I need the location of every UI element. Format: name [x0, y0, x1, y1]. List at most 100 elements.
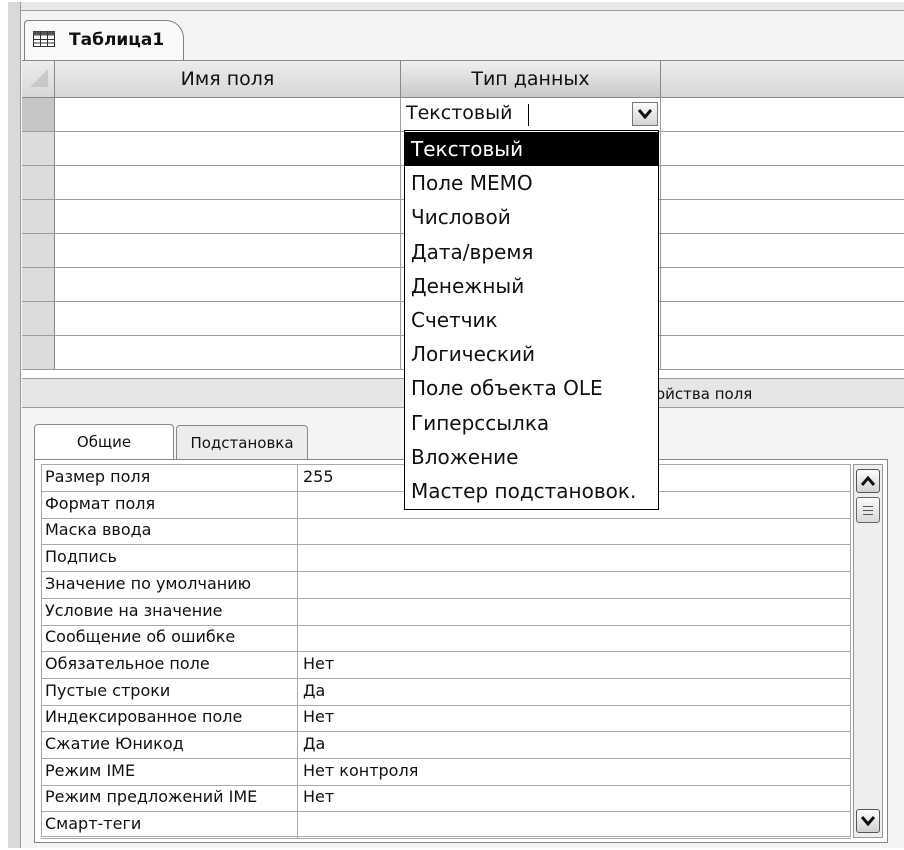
column-divider [660, 98, 661, 131]
column-header-data-type[interactable]: Тип данных [401, 61, 661, 97]
property-name: Режим IME [45, 760, 136, 780]
property-row[interactable]: Сообщение об ошибке [41, 624, 851, 653]
column-divider [660, 268, 661, 301]
chevron-down-icon [638, 109, 652, 119]
dropdown-option[interactable]: Числовой [405, 200, 658, 234]
scroll-thumb[interactable] [856, 497, 880, 523]
column-divider [297, 544, 298, 572]
property-row[interactable]: Режим IME Нет контроля [41, 757, 851, 786]
column-divider [297, 704, 298, 732]
row-selector[interactable] [22, 234, 55, 267]
column-divider [297, 677, 298, 705]
row-selector[interactable] [22, 166, 55, 199]
dropdown-option[interactable]: Текстовый [405, 132, 658, 166]
data-type-dropdown-button[interactable] [632, 102, 658, 126]
property-name: Сообщение об ошибке [45, 627, 236, 647]
property-row[interactable]: Пустые строки Да [41, 677, 851, 706]
property-row[interactable]: Смарт-теги [41, 811, 851, 840]
row-selector[interactable] [22, 200, 55, 233]
dropdown-option[interactable]: Поле МЕМО [405, 166, 658, 200]
property-name: Формат поля [45, 493, 156, 513]
column-divider [297, 650, 298, 678]
property-value[interactable]: Да [303, 681, 325, 700]
field-properties-label: ойства поля [656, 385, 753, 403]
property-name: Обязательное поле [45, 653, 210, 673]
navigation-pane-edge [8, 2, 21, 848]
document-tab-label: Таблица1 [69, 30, 165, 50]
column-divider [400, 336, 401, 369]
column-divider [660, 166, 661, 199]
column-divider [297, 811, 298, 839]
property-name: Значение по умолчанию [45, 573, 252, 593]
column-divider [297, 784, 298, 812]
property-name: Размер поля [45, 467, 151, 486]
table-icon [33, 31, 55, 47]
arrow-down-icon [861, 816, 875, 826]
column-divider [660, 302, 661, 335]
column-divider [660, 200, 661, 233]
dropdown-option[interactable]: Мастер подстановок. [405, 474, 658, 508]
column-divider [297, 464, 298, 491]
property-row[interactable]: Индексированное поле Нет [41, 704, 851, 733]
row-selector[interactable] [22, 268, 55, 301]
dropdown-option[interactable]: Дата/время [405, 235, 658, 269]
select-all-corner[interactable] [22, 61, 55, 97]
property-name: Маска ввода [45, 520, 152, 540]
property-row[interactable]: Значение по умолчанию [41, 570, 851, 599]
dropdown-option[interactable]: Денежный [405, 269, 658, 303]
tab-lookup[interactable]: Подстановка [176, 425, 308, 459]
property-value[interactable]: Нет контроля [303, 761, 418, 780]
data-type-combo[interactable]: Текстовый [402, 98, 660, 130]
column-divider [660, 336, 661, 369]
property-value[interactable]: 255 [303, 467, 334, 486]
column-divider [400, 98, 401, 131]
property-name: Пустые строки [45, 680, 171, 700]
property-name: Подпись [45, 547, 117, 567]
row-selector[interactable] [22, 336, 55, 369]
dropdown-option[interactable]: Вложение [405, 440, 658, 474]
column-header-field-name[interactable]: Имя поля [55, 61, 401, 97]
properties-scrollbar[interactable] [853, 464, 883, 838]
scroll-down-button[interactable] [856, 809, 880, 833]
row-selector[interactable] [22, 98, 55, 131]
property-row[interactable]: Условие на значение [41, 597, 851, 626]
dropdown-option[interactable]: Логический [405, 337, 658, 371]
property-value[interactable]: Да [303, 734, 325, 753]
property-row[interactable]: Маска ввода [41, 517, 851, 546]
column-divider [297, 517, 298, 545]
property-name: Смарт-теги [45, 814, 142, 834]
row-selector[interactable] [22, 132, 55, 165]
scroll-up-button[interactable] [856, 469, 880, 493]
property-name: Режим предложений IME [45, 787, 258, 807]
arrow-up-icon [861, 476, 875, 486]
row-selector[interactable] [22, 302, 55, 335]
dropdown-option[interactable]: Гиперссылка [405, 406, 658, 440]
field-properties-panel: Размер поля 255 Формат поля Маска ввода Подп… [34, 459, 888, 843]
property-value[interactable]: Нет [303, 787, 334, 806]
property-name: Условие на значение [45, 600, 223, 620]
column-divider [297, 490, 298, 518]
column-divider [400, 268, 401, 301]
document-tab[interactable]: Таблица1 [24, 20, 184, 60]
column-divider [400, 302, 401, 335]
column-divider [660, 234, 661, 267]
property-row[interactable]: Режим предложений IME Нет [41, 784, 851, 813]
property-value[interactable]: Нет [303, 654, 334, 673]
column-divider [400, 132, 401, 165]
property-name: Сжатие Юникод [45, 734, 184, 753]
tab-general[interactable]: Общие [34, 424, 174, 460]
property-value[interactable]: Нет [303, 707, 334, 726]
dropdown-option[interactable]: Поле объекта OLE [405, 371, 658, 405]
grid-header: Имя поля Тип данных [22, 61, 904, 98]
property-row[interactable]: Сжатие Юникод Да [41, 731, 851, 759]
data-type-dropdown-list: Текстовый Поле МЕМО Числовой Дата/время Дене… [404, 130, 659, 510]
column-divider [400, 234, 401, 267]
column-divider [297, 757, 298, 785]
column-divider [660, 132, 661, 165]
text-caret [528, 104, 529, 126]
dropdown-option[interactable]: Счетчик [405, 303, 658, 337]
column-divider [297, 597, 298, 625]
column-divider [297, 624, 298, 652]
property-row[interactable]: Обязательное поле Нет [41, 650, 851, 679]
property-row[interactable]: Подпись [41, 544, 851, 573]
